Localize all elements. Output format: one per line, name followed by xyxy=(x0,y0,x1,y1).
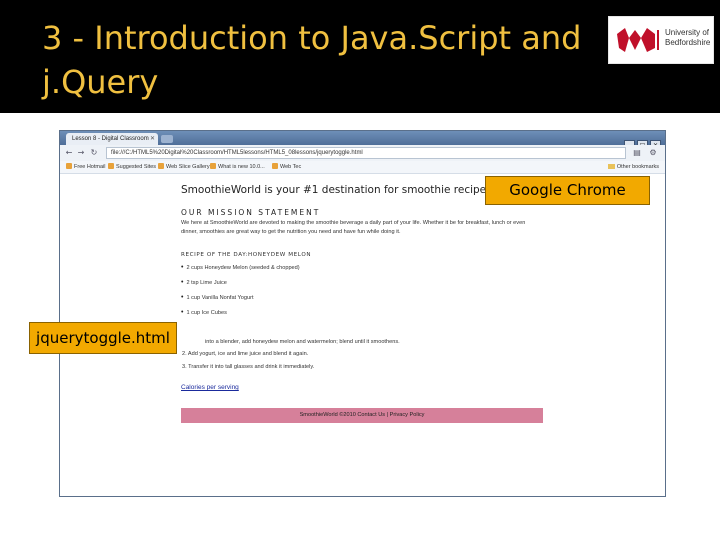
university-logo-text: University of Bedfordshire xyxy=(665,28,711,47)
ingredient-item: 1 cup Ice Cubes xyxy=(181,309,431,324)
other-bookmarks[interactable]: Other bookmarks xyxy=(607,161,659,173)
direction-step: into a blender, add honeydew melon and w… xyxy=(205,339,400,345)
recipe-heading: RECIPE OF THE DAY:HONEYDEW MELON xyxy=(181,252,312,258)
favicon-icon xyxy=(158,163,164,169)
address-bar[interactable]: file:///C:/HTML5%20Digital%20Classroom/H… xyxy=(106,147,626,159)
ingredient-item: 1 cup Vanilla Nonfat Yogurt xyxy=(181,294,431,309)
favicon-icon xyxy=(210,163,216,169)
bookmark-item[interactable]: Web Slice Gallery xyxy=(158,161,210,173)
forward-icon[interactable]: → xyxy=(76,148,86,158)
direction-step: 3. Transfer it into tall glasses and dri… xyxy=(182,364,315,370)
ingredient-item: 2 cups Honeydew Melon (seeded & chopped) xyxy=(181,264,431,279)
favicon-icon xyxy=(108,163,114,169)
ingredient-item: 2 tsp Lime Juice xyxy=(181,279,431,294)
slide-title: 3 - Introduction to Java.Script and j.Qu… xyxy=(42,19,582,101)
window-controls: –□✕ xyxy=(622,132,661,150)
bookmark-item[interactable]: Suggested Sites xyxy=(108,161,156,173)
mission-text: We here at SmoothieWorld are devoted to … xyxy=(181,220,526,235)
folder-icon xyxy=(607,164,615,169)
bookmark-item[interactable]: Web Tec xyxy=(272,161,301,173)
new-tab-button[interactable] xyxy=(161,135,173,143)
page-menu-icon[interactable]: ▤ xyxy=(632,148,642,158)
page-footer: SmoothieWorld ©2010 Contact Us | Privacy… xyxy=(181,408,543,423)
favicon-icon xyxy=(272,163,278,169)
google-chrome-callout: Google Chrome xyxy=(485,176,650,205)
calories-toggle-link[interactable]: Calories per serving xyxy=(181,383,239,392)
bookmark-item[interactable]: What is new 10.0... xyxy=(210,161,265,173)
university-logo-icon xyxy=(617,28,659,52)
favicon-icon xyxy=(66,163,72,169)
filename-callout: jquerytoggle.html xyxy=(29,322,177,354)
back-icon[interactable]: ← xyxy=(64,148,74,158)
ingredient-list: 2 cups Honeydew Melon (seeded & chopped)… xyxy=(181,264,431,324)
browser-toolbar: ← → ↻ file:///C:/HTML5%20Digital%20Class… xyxy=(60,145,665,162)
bookmark-item[interactable]: Free Hotmail xyxy=(66,161,105,173)
bookmarks-bar: Free Hotmail Suggested Sites Web Slice G… xyxy=(60,161,665,174)
university-logo: University of Bedfordshire xyxy=(608,16,714,64)
browser-titlebar: Lesson 8 - Digital Classroom ✕ –□✕ xyxy=(60,131,665,150)
mission-heading: OUR MISSION STATEMENT xyxy=(181,208,321,217)
reload-icon[interactable]: ↻ xyxy=(89,148,99,158)
direction-step: 2. Add yogurt, ice and lime juice and bl… xyxy=(182,351,309,357)
tab-close-icon[interactable]: ✕ xyxy=(150,133,155,145)
slide-header: 3 - Introduction to Java.Script and j.Qu… xyxy=(0,0,720,113)
browser-tab[interactable]: Lesson 8 - Digital Classroom ✕ xyxy=(66,133,158,145)
browser-tab-label: Lesson 8 - Digital Classroom xyxy=(72,136,149,142)
wrench-icon[interactable]: ⚙ xyxy=(648,148,658,158)
